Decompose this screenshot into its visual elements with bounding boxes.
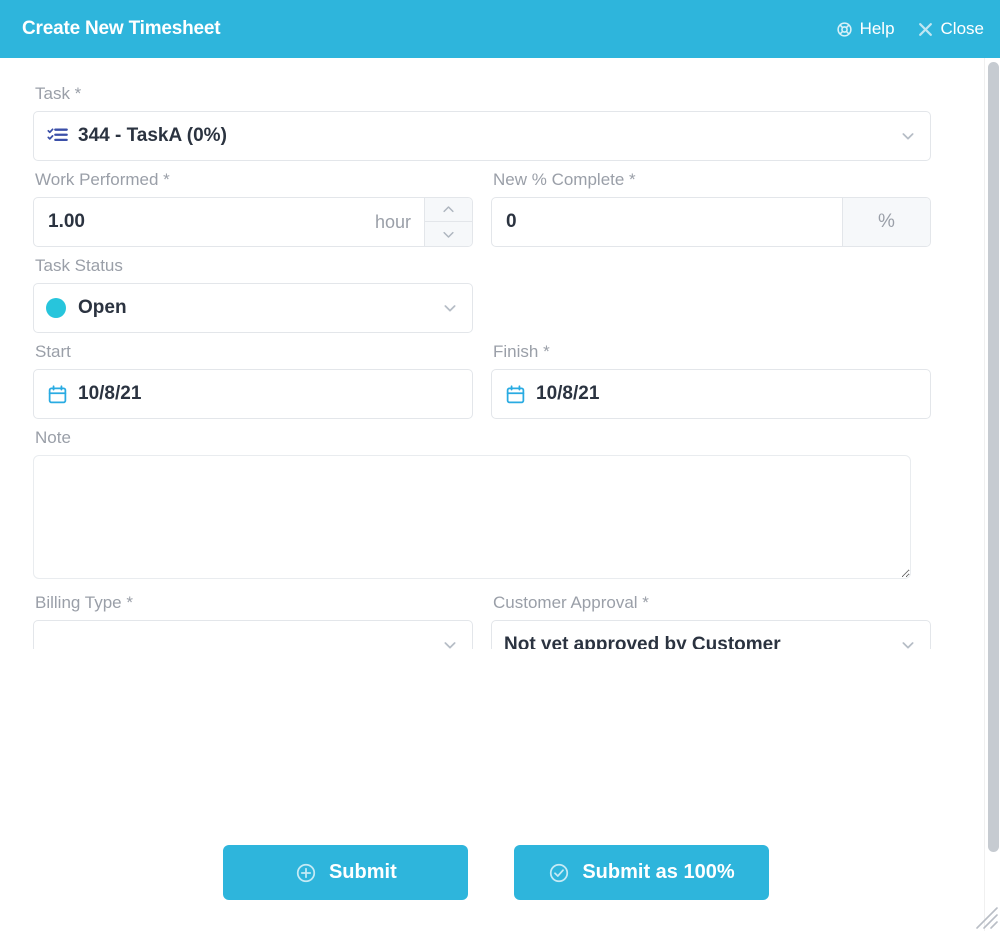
- help-button[interactable]: Help: [836, 19, 895, 39]
- chevron-down-icon: [443, 231, 454, 238]
- dialog-titlebar: Create New Timesheet Help Close: [0, 0, 1000, 58]
- field-new-percent-complete: New % Complete * 0 %: [491, 170, 931, 247]
- form-row-task: Task * 344 - TaskA (0%): [33, 84, 952, 161]
- lifebuoy-icon: [836, 21, 853, 38]
- task-status-value: Open: [78, 297, 127, 318]
- dialog-title: Create New Timesheet: [22, 18, 221, 39]
- form-row-work-percent: Work Performed * 1.00 hour New % Complet…: [33, 170, 952, 247]
- task-value: 344 - TaskA (0%): [78, 125, 227, 146]
- task-status-select[interactable]: Open: [33, 283, 473, 333]
- field-customer-approval: Customer Approval * Not yet approved by …: [491, 593, 931, 649]
- work-performed-label: Work Performed *: [35, 170, 170, 189]
- submit-label: Submit: [328, 861, 397, 883]
- field-task-status: Task Status Open: [33, 256, 473, 333]
- task-label: Task *: [35, 84, 82, 103]
- percent-addon: %: [842, 198, 930, 246]
- task-checklist-icon: [46, 125, 68, 147]
- calendar-icon[interactable]: [46, 383, 68, 405]
- submit-as-100-label: Submit as 100%: [582, 861, 735, 883]
- field-billing-type: Billing Type *: [33, 593, 473, 649]
- field-note: Note: [33, 428, 911, 584]
- form-row-start-finish: Start 10/8/21 Finish * 10/8/21: [33, 342, 952, 419]
- chevron-up-icon: [443, 206, 454, 213]
- finish-date-value: 10/8/21: [536, 383, 600, 404]
- submit-as-100-button[interactable]: Submit as 100%: [514, 845, 769, 900]
- scrollbar-thumb[interactable]: [988, 62, 999, 852]
- form-row-spacer: [491, 256, 931, 333]
- submit-button[interactable]: Submit: [223, 845, 469, 900]
- work-performed-stepper[interactable]: [424, 198, 472, 246]
- dialog-footer: Submit Submit as 100%: [0, 818, 992, 931]
- new-percent-complete-value: 0: [506, 211, 517, 232]
- start-label: Start: [35, 342, 71, 361]
- new-percent-complete-input-group[interactable]: 0 %: [491, 197, 931, 247]
- field-start: Start 10/8/21: [33, 342, 473, 419]
- stepper-up-button[interactable]: [425, 198, 472, 222]
- field-task: Task * 344 - TaskA (0%): [33, 84, 931, 161]
- task-status-label: Task Status: [35, 256, 123, 275]
- status-dot-icon: [46, 298, 66, 318]
- x-icon: [917, 21, 934, 38]
- check-circle-icon: [548, 862, 570, 884]
- chevron-down-icon[interactable]: [442, 300, 458, 316]
- work-performed-unit: hour: [374, 211, 411, 232]
- finish-label: Finish *: [493, 342, 550, 361]
- field-work-performed: Work Performed * 1.00 hour: [33, 170, 473, 247]
- vertical-scrollbar[interactable]: [984, 58, 1000, 931]
- work-performed-input-group[interactable]: 1.00 hour: [33, 197, 473, 247]
- field-finish: Finish * 10/8/21: [491, 342, 931, 419]
- resize-grip-icon[interactable]: [969, 900, 999, 930]
- calendar-icon[interactable]: [504, 383, 526, 405]
- close-label: Close: [940, 19, 984, 38]
- task-select[interactable]: 344 - TaskA (0%): [33, 111, 931, 161]
- help-label: Help: [859, 19, 895, 38]
- form-row-billing-approval: Billing Type * Customer Approval * Not y…: [33, 593, 952, 649]
- chevron-down-icon[interactable]: [442, 637, 458, 649]
- form-row-task-status: Task Status Open: [33, 256, 952, 333]
- note-textarea[interactable]: [33, 455, 911, 579]
- form-scroll-area: Task * 344 - TaskA (0%) Work Performed *…: [0, 58, 992, 818]
- timesheet-dialog: Create New Timesheet Help Close Task * 3…: [0, 0, 1000, 931]
- stepper-down-button[interactable]: [425, 222, 472, 246]
- start-date-value: 10/8/21: [78, 383, 142, 404]
- chevron-down-icon[interactable]: [900, 637, 916, 649]
- work-performed-value: 1.00: [48, 211, 85, 232]
- start-date-input[interactable]: 10/8/21: [33, 369, 473, 419]
- billing-type-select[interactable]: [33, 620, 473, 649]
- note-label: Note: [35, 428, 71, 447]
- close-button[interactable]: Close: [917, 19, 984, 39]
- form-row-note: Note: [33, 428, 952, 584]
- plus-circle-icon: [295, 862, 317, 884]
- chevron-down-icon[interactable]: [900, 128, 916, 144]
- finish-date-input[interactable]: 10/8/21: [491, 369, 931, 419]
- billing-type-label: Billing Type *: [35, 593, 133, 612]
- customer-approval-value: Not yet approved by Customer: [504, 634, 781, 649]
- new-percent-complete-label: New % Complete *: [493, 170, 636, 189]
- new-percent-complete-input[interactable]: 0: [492, 198, 842, 246]
- work-performed-input[interactable]: 1.00 hour: [34, 198, 424, 246]
- customer-approval-label: Customer Approval *: [493, 593, 649, 612]
- customer-approval-select[interactable]: Not yet approved by Customer: [491, 620, 931, 649]
